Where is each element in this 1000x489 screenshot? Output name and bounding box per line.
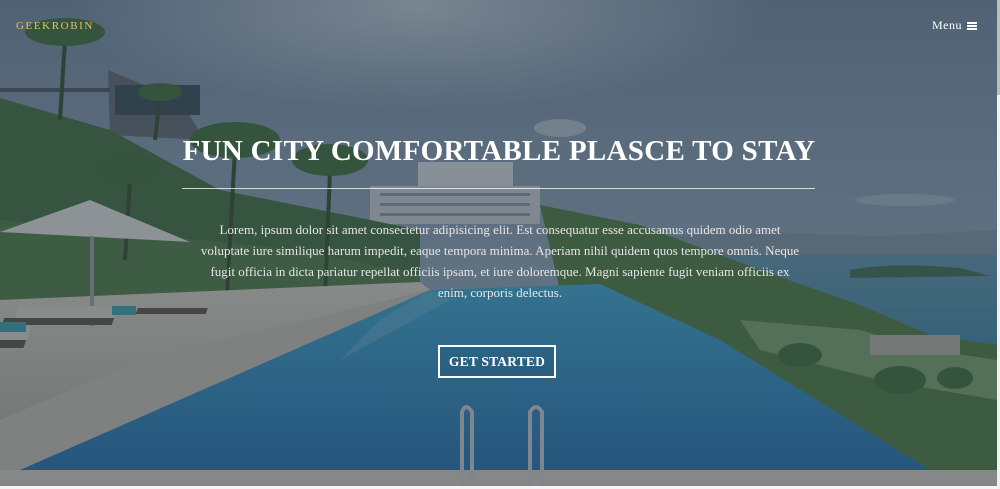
brand-logo[interactable]: GEEKROBIN <box>16 20 94 32</box>
hamburger-icon <box>967 21 977 30</box>
hero-headline: FUN CITY COMFORTABLE PLASCE TO STAY <box>182 135 816 167</box>
menu-label: Menu <box>932 18 962 32</box>
headline-divider <box>182 188 815 189</box>
hero-lead-text: Lorem, ipsum dolor sit amet consectetur … <box>200 222 800 300</box>
menu-button[interactable]: Menu <box>932 18 977 33</box>
get-started-button[interactable]: GET STARTED <box>438 345 556 378</box>
hero-section: GEEKROBIN Menu FUN CITY COMFORTABLE PLAS… <box>0 0 997 486</box>
